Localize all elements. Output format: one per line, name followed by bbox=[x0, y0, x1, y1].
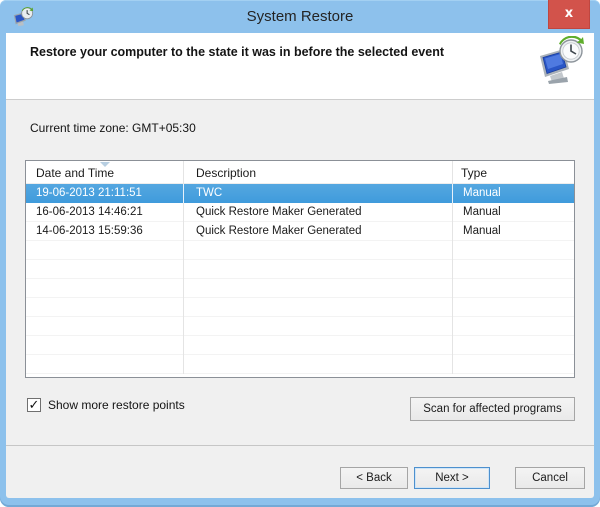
cell-type: Manual bbox=[453, 203, 574, 222]
table-row[interactable]: 16-06-2013 14:46:21 Quick Restore Maker … bbox=[26, 203, 574, 222]
table-empty-row bbox=[26, 260, 574, 279]
footer-divider bbox=[6, 445, 594, 446]
column-header-type[interactable]: Type bbox=[453, 161, 574, 184]
checkbox-checked[interactable]: ✓ bbox=[27, 398, 41, 412]
column-header-description[interactable]: Description bbox=[184, 161, 453, 184]
table-header-row: Date and Time Description Type bbox=[26, 161, 574, 184]
instruction-text: Restore your computer to the state it wa… bbox=[30, 45, 444, 59]
cell-type: Manual bbox=[453, 222, 574, 241]
cell-description: TWC bbox=[184, 184, 453, 203]
checkbox-label: Show more restore points bbox=[48, 398, 185, 412]
cancel-button[interactable]: Cancel bbox=[515, 467, 585, 489]
window-title: System Restore bbox=[0, 0, 600, 33]
titlebar[interactable]: System Restore x bbox=[0, 0, 600, 33]
cell-description: Quick Restore Maker Generated bbox=[184, 203, 453, 222]
cell-description: Quick Restore Maker Generated bbox=[184, 222, 453, 241]
table-empty-row bbox=[26, 279, 574, 298]
table-empty-row bbox=[26, 355, 574, 374]
table-empty-row bbox=[26, 317, 574, 336]
show-more-restore-points[interactable]: ✓ Show more restore points bbox=[27, 398, 185, 412]
back-button[interactable]: < Back bbox=[340, 467, 408, 489]
sort-descending-icon bbox=[100, 162, 110, 167]
system-restore-window: System Restore x Restore your computer t… bbox=[0, 0, 600, 507]
cell-type: Manual bbox=[453, 184, 574, 203]
timezone-label: Current time zone: GMT+05:30 bbox=[30, 121, 196, 135]
system-restore-icon bbox=[536, 36, 586, 86]
dialog-body: Restore your computer to the state it wa… bbox=[6, 33, 594, 498]
table-row[interactable]: 14-06-2013 15:59:36 Quick Restore Maker … bbox=[26, 222, 574, 241]
header-band: Restore your computer to the state it wa… bbox=[6, 33, 594, 100]
table-empty-row bbox=[26, 298, 574, 317]
next-button[interactable]: Next > bbox=[414, 467, 490, 489]
table-row-selected[interactable]: 19-06-2013 21:11:51 TWC Manual bbox=[26, 184, 574, 203]
cell-date: 16-06-2013 14:46:21 bbox=[26, 203, 184, 222]
close-button[interactable]: x bbox=[548, 0, 590, 29]
cell-date: 14-06-2013 15:59:36 bbox=[26, 222, 184, 241]
cell-date: 19-06-2013 21:11:51 bbox=[26, 184, 184, 203]
table-empty-row bbox=[26, 336, 574, 355]
table-empty-row bbox=[26, 241, 574, 260]
scan-affected-programs-button[interactable]: Scan for affected programs bbox=[410, 397, 575, 421]
restore-points-table[interactable]: Date and Time Description Type 19-06-201… bbox=[25, 160, 575, 378]
